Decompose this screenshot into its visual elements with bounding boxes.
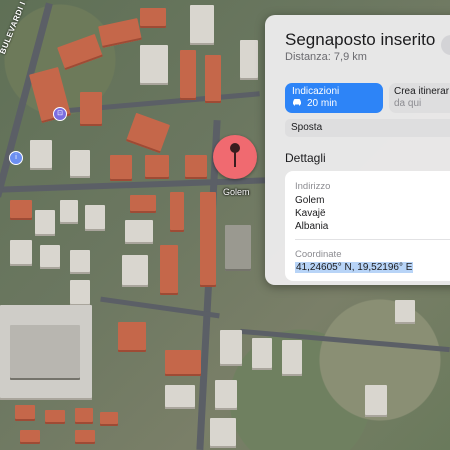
building [75, 408, 93, 424]
building [165, 385, 195, 409]
building [40, 245, 60, 269]
building [70, 250, 90, 274]
building [205, 55, 221, 103]
place-card-panel: Segnaposto inserito Distanza: 7,9 km Ind… [265, 15, 450, 285]
building [20, 430, 40, 444]
route-label: Crea itinerar [394, 86, 450, 97]
building [215, 380, 237, 410]
address-line: Golem [295, 195, 325, 206]
building [160, 245, 178, 295]
dropped-pin-icon[interactable] [213, 135, 257, 179]
building [140, 8, 166, 28]
building [75, 430, 95, 444]
building [190, 5, 214, 45]
building [170, 192, 184, 232]
details-card: Indirizzo Golem Kavajë Albania Coordinat… [285, 171, 450, 281]
building [140, 45, 168, 85]
building [252, 338, 272, 370]
building [125, 220, 153, 244]
coordinates-heading: Coordinate [295, 249, 342, 260]
building [200, 192, 216, 287]
close-button[interactable] [441, 35, 450, 55]
info-poi-icon[interactable]: i [9, 151, 23, 165]
building [165, 350, 201, 376]
building [45, 410, 65, 424]
building [15, 405, 35, 421]
directions-time: 20 min [307, 98, 338, 109]
building [30, 140, 52, 170]
road [100, 296, 220, 319]
building [225, 225, 251, 271]
building [240, 40, 258, 80]
address-line: Kavajë [295, 208, 326, 219]
building [98, 18, 142, 48]
divider [295, 239, 450, 240]
building [70, 150, 90, 178]
route-subtitle: da qui [394, 98, 422, 109]
details-title: Dettagli [285, 151, 326, 165]
building [365, 385, 387, 417]
car-icon [293, 99, 301, 106]
directions-label: Indicazioni [292, 86, 340, 97]
building [100, 412, 118, 426]
building [180, 50, 196, 100]
bus-poi-icon[interactable]: ⊡ [53, 107, 67, 121]
address-heading: Indirizzo [295, 181, 331, 192]
building [125, 112, 171, 154]
building [80, 92, 102, 126]
building [130, 195, 156, 213]
building [85, 205, 105, 231]
create-route-button[interactable]: Crea itinerar da qui [389, 83, 450, 113]
panel-title: Segnaposto inserito [285, 30, 436, 49]
building [118, 322, 146, 352]
move-button[interactable]: Sposta [285, 119, 450, 137]
building [70, 280, 90, 306]
building [10, 200, 32, 220]
building [185, 155, 207, 179]
building [10, 325, 80, 380]
pin-label: Golem [223, 187, 250, 197]
building [282, 340, 302, 376]
building [57, 33, 103, 71]
move-label: Sposta [291, 122, 323, 133]
building [10, 240, 32, 266]
building [60, 200, 78, 224]
distance-text: Distanza: 7,9 km [285, 51, 367, 63]
building [35, 210, 55, 236]
directions-button[interactable]: Indicazioni 20 min [285, 83, 383, 113]
building [220, 330, 242, 366]
building [395, 300, 415, 324]
building [110, 155, 132, 181]
pin-needle [234, 147, 236, 167]
coordinates-value[interactable]: 41,24605° N, 19,52196° E [295, 262, 414, 273]
building [145, 155, 169, 179]
building [122, 255, 148, 287]
building [210, 418, 236, 448]
address-line: Albania [295, 221, 329, 232]
